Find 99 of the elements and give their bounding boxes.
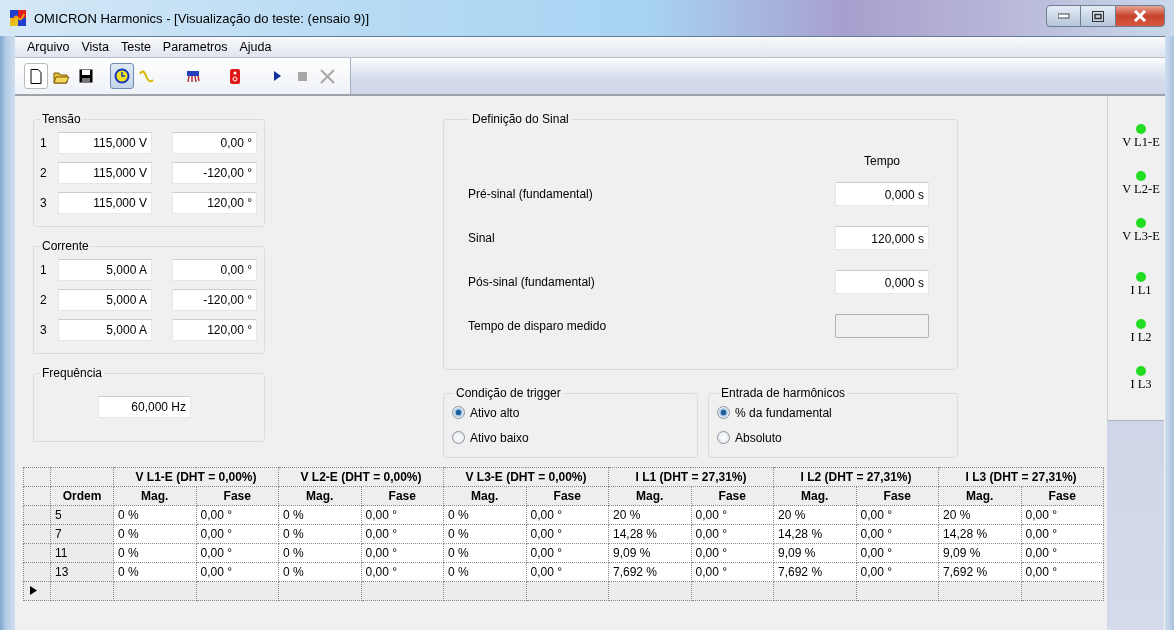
group-title: Definição do Sinal [471, 112, 570, 126]
table-cell: 0,00 ° [196, 505, 279, 525]
table-cell: 0,00 ° [526, 543, 609, 563]
column-group-header: V L1-E (DHT = 0,00%) [113, 467, 279, 487]
row-number: 1 [39, 136, 48, 150]
group-title: Corrente [41, 239, 90, 253]
menu-item[interactable]: Teste [114, 40, 157, 54]
group-title: Tensão [41, 112, 82, 126]
restore-icon [1092, 10, 1104, 22]
table-cell: 0,00 ° [361, 505, 444, 525]
group-title: Frequência [41, 366, 104, 380]
group-title: Entrada de harmônicos [720, 386, 847, 400]
column-header: Fase [1021, 486, 1104, 506]
table-cell: 0,00 ° [1021, 562, 1104, 582]
column-header: Fase [856, 486, 939, 506]
menu-item[interactable]: Ajuda [233, 40, 278, 54]
sine-wave-icon [138, 67, 156, 85]
column-header: Fase [691, 486, 774, 506]
column-header: Tempo [863, 154, 901, 170]
close-button[interactable] [1115, 5, 1165, 27]
table-cell: 0,00 ° [856, 562, 939, 582]
magnitude-field[interactable]: 5,000 A [58, 319, 152, 341]
angle-field[interactable]: -120,00 ° [172, 162, 257, 184]
field-label: Pós-sinal (fundamental) [468, 275, 595, 289]
table-cell: 0,00 ° [1021, 505, 1104, 525]
row-number: 3 [39, 196, 48, 210]
field-label: Sinal [468, 231, 495, 245]
table-cell: 0,00 ° [196, 524, 279, 544]
column-header: Fase [361, 486, 444, 506]
minimize-icon [1057, 13, 1070, 19]
page-icon [27, 67, 45, 85]
time-field[interactable]: 0,000 s [835, 270, 929, 294]
magnitude-field[interactable]: 5,000 A [58, 259, 152, 281]
column-group-header: I L2 (DHT = 27,31%) [773, 467, 939, 487]
group-title: Condição de trigger [455, 386, 562, 400]
magnitude-field[interactable]: 115,000 V [58, 132, 152, 154]
channel-label: V L3-E [1122, 229, 1160, 244]
table-cell: 0,00 ° [196, 562, 279, 582]
table-cell: 0,00 ° [1021, 524, 1104, 544]
table-cell: 0,00 ° [526, 562, 609, 582]
table-cell: 0,00 ° [526, 524, 609, 544]
timer-view-button[interactable] [110, 63, 134, 89]
window-title: OMICRON Harmonics - [Visualização do teste: (ensaio 9)] [34, 10, 369, 26]
minimize-button[interactable] [1046, 5, 1081, 27]
channel-label: I L2 [1130, 330, 1152, 345]
table-cell: 0,00 ° [691, 524, 774, 544]
table-cell: 0,00 ° [361, 562, 444, 582]
angle-field[interactable]: 120,00 ° [172, 192, 257, 214]
column-group-header: V L3-E (DHT = 0,00%) [443, 467, 609, 487]
clock-icon [113, 67, 131, 85]
current-row-icon [30, 586, 37, 595]
angle-field[interactable]: 0,00 ° [172, 259, 257, 281]
cross-icon [318, 67, 336, 85]
table-cell: 0,00 ° [526, 505, 609, 525]
table-cell: 0,00 ° [691, 543, 774, 563]
table-cell: 0,00 ° [691, 505, 774, 525]
row-number: 3 [39, 323, 48, 337]
column-header: Fase [196, 486, 279, 506]
channel-label: I L3 [1130, 377, 1152, 392]
app-logo-icon [10, 10, 26, 26]
radio-option[interactable]: Ativo alto [452, 400, 689, 425]
magnitude-field[interactable]: 5,000 A [58, 289, 152, 311]
channel-label: V L2-E [1122, 182, 1160, 197]
column-group-header: I L3 (DHT = 27,31%) [938, 467, 1104, 487]
frequency-field[interactable]: 60,000 Hz [98, 396, 191, 418]
channel-label: V L1-E [1122, 135, 1160, 150]
menu-item[interactable]: Parametros [156, 40, 234, 54]
column-group-header: I L1 (DHT = 27,31%) [608, 467, 774, 487]
time-field[interactable]: 0,000 s [835, 182, 929, 206]
channel-label: I L1 [1130, 283, 1152, 298]
field-label: Tempo de disparo medido [468, 319, 607, 333]
column-header: Fase [526, 486, 609, 506]
angle-field[interactable]: -120,00 ° [172, 289, 257, 311]
column-group-header: V L2-E (DHT = 0,00%) [278, 467, 444, 487]
table-cell: 0,00 ° [1021, 543, 1104, 563]
row-number: 2 [39, 293, 48, 307]
table-cell: 0,00 ° [196, 543, 279, 563]
new-document-button[interactable] [24, 63, 48, 89]
field-label: Pré-sinal (fundamental) [468, 187, 593, 201]
table-cell: 0,00 ° [361, 524, 444, 544]
maximize-button[interactable] [1080, 5, 1116, 27]
angle-field[interactable]: 0,00 ° [172, 132, 257, 154]
table-cell: 0,00 ° [856, 543, 939, 563]
close-icon [1133, 10, 1147, 22]
time-field[interactable]: 120,000 s [835, 226, 929, 250]
radio-option[interactable]: % da fundamental [717, 400, 949, 425]
magnitude-field[interactable]: 115,000 V [58, 192, 152, 214]
table-cell: 0,00 ° [361, 543, 444, 563]
table-cell: 0,00 ° [691, 562, 774, 582]
menu-item[interactable]: Arquivo [21, 40, 76, 54]
row-number: 2 [39, 166, 48, 180]
table-cell: 0,00 ° [856, 505, 939, 525]
magnitude-field[interactable]: 115,000 V [58, 162, 152, 184]
angle-field[interactable]: 120,00 ° [172, 319, 257, 341]
table-cell: 0,00 ° [856, 524, 939, 544]
radio-option[interactable]: Ativo baixo [452, 425, 689, 450]
radio-option[interactable]: Absoluto [717, 425, 949, 450]
menu-item[interactable]: Vista [75, 40, 115, 54]
row-number: 1 [39, 263, 48, 277]
